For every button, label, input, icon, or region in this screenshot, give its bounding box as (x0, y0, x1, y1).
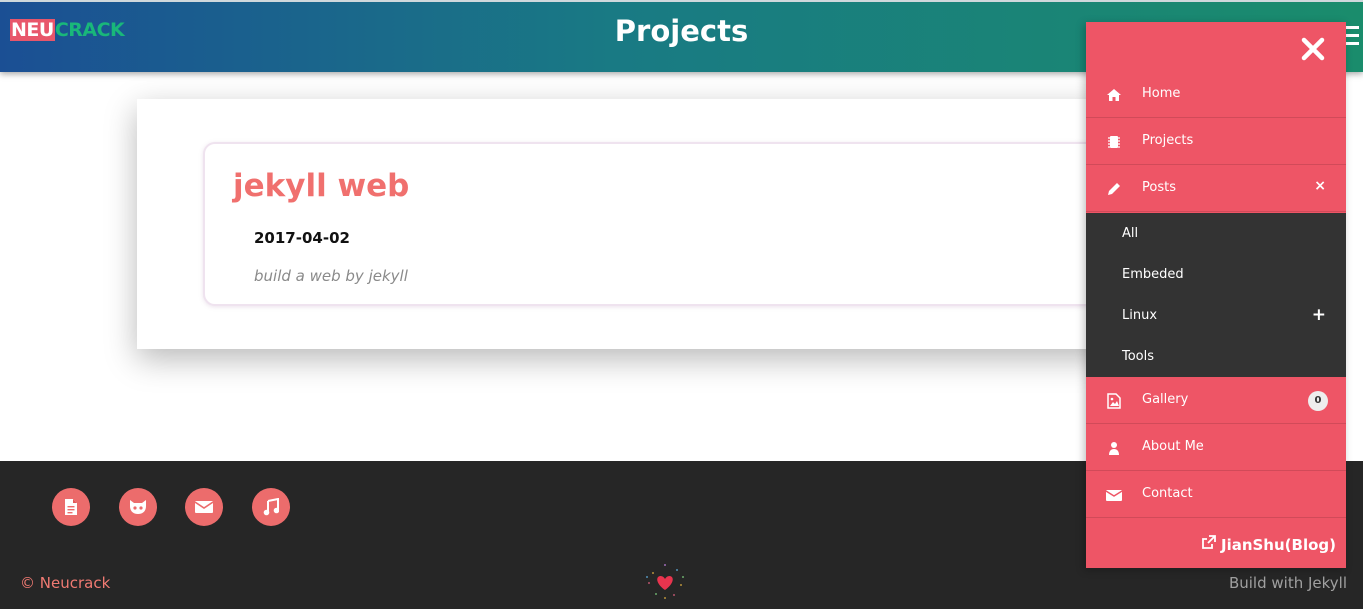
image-file-icon (1106, 393, 1122, 409)
submenu-item-embeded[interactable]: Embeded (1122, 267, 1184, 282)
project-description: build a web by jekyll (254, 267, 408, 285)
submenu-item-all[interactable]: All (1122, 226, 1138, 241)
menu-item-posts[interactable]: Posts × (1086, 165, 1346, 212)
project-card[interactable]: jekyll web 2017-04-02 build a web by jek… (203, 142, 1163, 306)
github-icon[interactable] (119, 488, 157, 526)
count-badge: 0 (1308, 391, 1328, 411)
external-link-icon (1201, 535, 1216, 554)
collapse-toggle-icon[interactable]: × (1314, 178, 1326, 194)
menu-item-label: Posts (1142, 180, 1176, 195)
menu-item-about-me[interactable]: About Me (1086, 424, 1346, 471)
menu-item-contact[interactable]: Contact (1086, 471, 1346, 518)
home-icon (1106, 87, 1122, 103)
menu-item-label: Home (1142, 86, 1181, 101)
menu-item-label: Projects (1142, 133, 1194, 148)
blog-link-label: JianShu(Blog) (1220, 535, 1336, 554)
close-icon[interactable] (1300, 36, 1326, 62)
envelope-icon (1105, 487, 1123, 503)
chip-icon (1106, 134, 1122, 150)
document-icon[interactable] (52, 488, 90, 526)
envelope-icon[interactable] (185, 488, 223, 526)
posts-submenu: All Embeded Linux + Tools (1086, 213, 1346, 377)
menu-item-label: Gallery (1142, 392, 1189, 407)
submenu-item-tools[interactable]: Tools (1122, 349, 1154, 364)
project-date: 2017-04-02 (254, 229, 350, 247)
menu-item-gallery[interactable]: Gallery 0 (1086, 377, 1346, 424)
user-icon (1106, 440, 1122, 456)
copyright-text[interactable]: © Neucrack (20, 574, 110, 592)
built-with-text[interactable]: Build with Jekyll (1229, 574, 1347, 592)
project-title[interactable]: jekyll web (233, 168, 409, 204)
music-icon[interactable] (252, 488, 290, 526)
menu-item-label: About Me (1142, 439, 1204, 454)
menu-item-label: Contact (1142, 486, 1193, 501)
pencil-icon (1106, 181, 1122, 197)
menu-item-projects[interactable]: Projects (1086, 118, 1346, 165)
menu-item-home[interactable]: Home (1086, 71, 1346, 118)
expand-toggle-icon[interactable]: + (1312, 305, 1326, 325)
hamburger-menu-icon[interactable] (1345, 26, 1359, 50)
side-nav-menu: Home Projects Posts × All Embeded Linux … (1086, 22, 1346, 568)
content-panel: jekyll web 2017-04-02 build a web by jek… (137, 99, 1163, 349)
heart-icon (643, 561, 687, 601)
blog-link[interactable]: JianShu(Blog) (1201, 535, 1336, 554)
submenu-item-linux[interactable]: Linux (1122, 308, 1157, 323)
